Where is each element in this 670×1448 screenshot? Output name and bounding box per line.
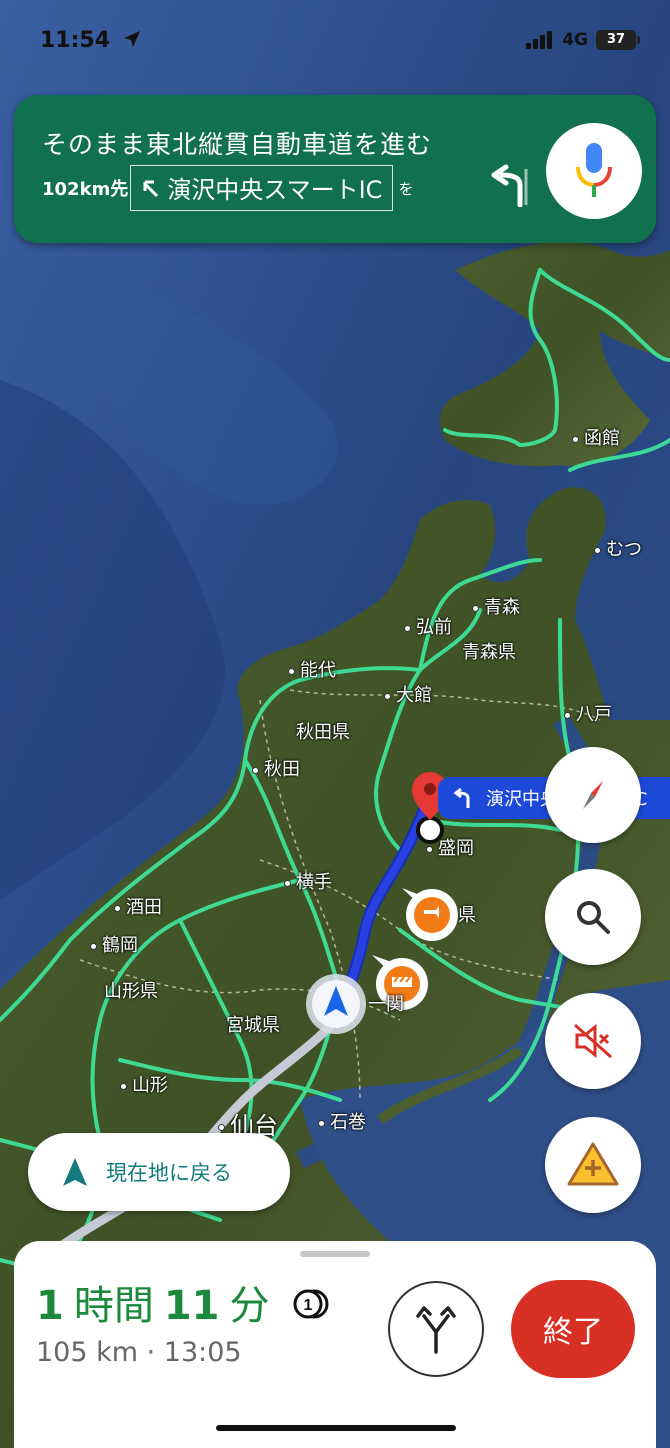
eta-duration: 1 時間 11 分 — [36, 1283, 270, 1329]
navigation-banner[interactable]: そのまま東北縦貫自動車道を進む 102km先 演沢中央スマートIC を — [14, 95, 656, 243]
nav-distance: 102km先 — [42, 179, 129, 200]
place-label: 秋田 — [252, 755, 300, 781]
place-label: 山形 — [120, 1071, 168, 1097]
microphone-icon — [576, 143, 612, 197]
sound-off-icon — [574, 1023, 612, 1059]
place-label: 大館 — [384, 681, 432, 707]
place-label: 八戸 — [564, 700, 612, 726]
place-label: 秋田県 — [296, 722, 350, 743]
keep-left-icon — [453, 787, 470, 808]
signal-icon — [526, 31, 553, 49]
route-overview-button[interactable] — [388, 1281, 484, 1377]
location-arrow-icon — [123, 31, 140, 47]
compass-icon — [583, 781, 603, 809]
end-navigation-button[interactable]: 終了 — [511, 1280, 635, 1378]
report-incident-button[interactable] — [545, 1117, 641, 1213]
exit-name-box: 演沢中央スマートIC — [130, 165, 394, 211]
trip-summary-sheet[interactable]: 1 時間 11 分 1 105 km · 13:05 終了 — [14, 1241, 656, 1448]
place-label: 盛岡 — [426, 834, 474, 860]
place-label: 青森県 — [462, 642, 516, 663]
keep-left-turn-icon — [491, 164, 528, 207]
nav-suffix: を — [398, 179, 414, 198]
place-label: 県 — [458, 905, 476, 926]
place-label: 弘前 — [404, 613, 452, 639]
place-label: 一関 — [368, 994, 404, 1015]
navigation-arrow-icon — [63, 1158, 87, 1186]
place-label: むつ — [594, 535, 642, 561]
route-options-icon: 1 — [293, 1289, 329, 1319]
mute-button[interactable] — [545, 993, 641, 1089]
place-label: 山形県 — [104, 981, 158, 1002]
compass-button[interactable] — [545, 747, 641, 843]
alternate-routes-badge[interactable]: 1 — [292, 1287, 332, 1325]
fork-routes-icon — [416, 1306, 456, 1354]
add-report-warning-icon — [567, 1142, 619, 1186]
distance-arrival-time: 105 km · 13:05 — [36, 1337, 242, 1368]
place-label: 宮城県 — [226, 1015, 280, 1036]
place-label: 函館 — [572, 424, 620, 450]
place-label: 石巻 — [318, 1108, 366, 1134]
home-indicator[interactable] — [216, 1425, 456, 1431]
battery-indicator: 37 — [596, 30, 640, 50]
status-bar: 11:54 4G 37 — [0, 0, 670, 82]
place-label: 青森 — [472, 593, 520, 619]
arrow-up-left-icon — [143, 180, 159, 197]
svg-text:1: 1 — [304, 1297, 313, 1314]
status-time: 11:54 — [40, 28, 142, 53]
voice-input-button[interactable] — [546, 123, 642, 219]
nav-instruction: そのまま東北縦貫自動車道を進む — [42, 130, 433, 159]
place-label: 酒田 — [114, 893, 162, 919]
place-label: 鶴岡 — [90, 931, 138, 957]
place-label: 能代 — [288, 656, 336, 682]
place-label: 横手 — [284, 868, 332, 894]
search-button[interactable] — [545, 869, 641, 965]
sheet-drag-handle[interactable] — [300, 1251, 370, 1257]
network-type: 4G — [562, 30, 588, 50]
search-icon — [577, 901, 610, 934]
recenter-button[interactable]: 現在地に戻る — [28, 1133, 290, 1211]
current-location-marker — [306, 974, 366, 1034]
